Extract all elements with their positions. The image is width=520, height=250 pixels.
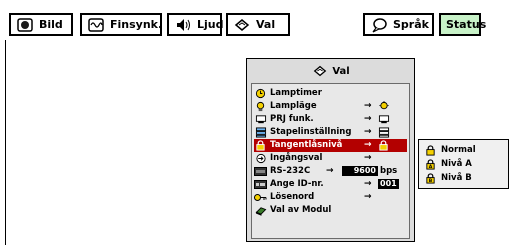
input-icon <box>254 153 267 164</box>
baud-rate-value: 9600 <box>342 166 378 176</box>
sync-icon <box>88 17 104 33</box>
key-icon <box>254 192 267 203</box>
option-niva-a[interactable]: A Nivå A <box>425 157 472 171</box>
speaker-icon <box>175 17 191 33</box>
stack-icon <box>378 126 390 138</box>
tab-ljud[interactable]: Ljud <box>167 13 224 36</box>
id-icon <box>254 179 267 190</box>
tab-val[interactable]: Val <box>226 13 290 36</box>
option-niva-b[interactable]: B Nivå B <box>425 171 472 185</box>
menu-item-tangentlasniva[interactable]: Tangentlåsnivå → <box>254 139 407 152</box>
tab-bild[interactable]: Bild <box>9 13 73 36</box>
tab-label: Finsynk. <box>110 18 163 31</box>
projector-icon <box>254 114 267 125</box>
speech-bubble-icon <box>371 17 387 33</box>
lock-icon <box>254 140 267 151</box>
tab-label: Val <box>256 18 276 31</box>
tab-finsynk[interactable]: Finsynk. <box>80 13 162 36</box>
menu-item-stapelinstallning[interactable]: Stapelinställning → <box>254 126 407 139</box>
options-icon <box>313 64 327 78</box>
menu-item-lamptimer[interactable]: Lamptimer <box>254 87 407 100</box>
lock-icon <box>425 144 436 156</box>
lock-icon: A <box>425 158 436 170</box>
projector-icon <box>378 113 390 125</box>
menu-item-val-av-modul[interactable]: Val av Modul <box>254 204 407 217</box>
stack-icon <box>254 127 267 138</box>
menu-item-ange-id[interactable]: Ange ID-nr. → 001 <box>254 178 407 191</box>
svg-text:A: A <box>429 164 433 170</box>
baud-rate-unit: bps <box>380 166 398 177</box>
menu-item-lamplage[interactable]: Lampläge → <box>254 100 407 113</box>
rs232-icon <box>254 166 267 177</box>
menu-item-losenord[interactable]: Lösenord → <box>254 191 407 204</box>
key-lock-submenu: Normal A Nivå A B Nivå B <box>418 139 509 189</box>
lock-icon <box>378 139 389 151</box>
options-icon <box>234 17 250 33</box>
menu-item-ingangsval[interactable]: Ingångsval → <box>254 152 407 165</box>
lamp-timer-icon <box>254 88 267 99</box>
tab-label: Bild <box>39 18 63 31</box>
module-icon <box>254 205 267 216</box>
tab-status[interactable]: Status <box>439 13 486 36</box>
lamp-mode-icon <box>378 100 390 112</box>
tab-sprak[interactable]: Språk <box>363 13 434 36</box>
options-list: Lamptimer Lampläge → PRJ funk. → Stapeli… <box>251 83 410 239</box>
menu-item-rs232c[interactable]: RS-232C → 9600 bps <box>254 165 407 178</box>
dialog-title-text: Val <box>332 65 350 77</box>
svg-text:B: B <box>429 178 433 184</box>
option-normal[interactable]: Normal <box>425 143 476 157</box>
options-dialog: Val Lamptimer Lampläge → PRJ funk. → Sta… <box>246 58 415 242</box>
picture-icon <box>17 17 33 33</box>
id-value: 001 <box>378 179 399 189</box>
tab-label: Språk <box>393 18 429 31</box>
dialog-title: Val <box>247 61 416 81</box>
osd-screen: Bild Finsynk. Ljud Val Språk Status Val … <box>0 0 520 250</box>
tab-label: Status <box>446 18 487 31</box>
left-border-line <box>5 40 6 245</box>
lock-icon: B <box>425 172 436 184</box>
menu-item-prj-funk[interactable]: PRJ funk. → <box>254 113 407 126</box>
lamp-mode-icon <box>254 101 267 112</box>
tab-label: Ljud <box>197 18 224 31</box>
